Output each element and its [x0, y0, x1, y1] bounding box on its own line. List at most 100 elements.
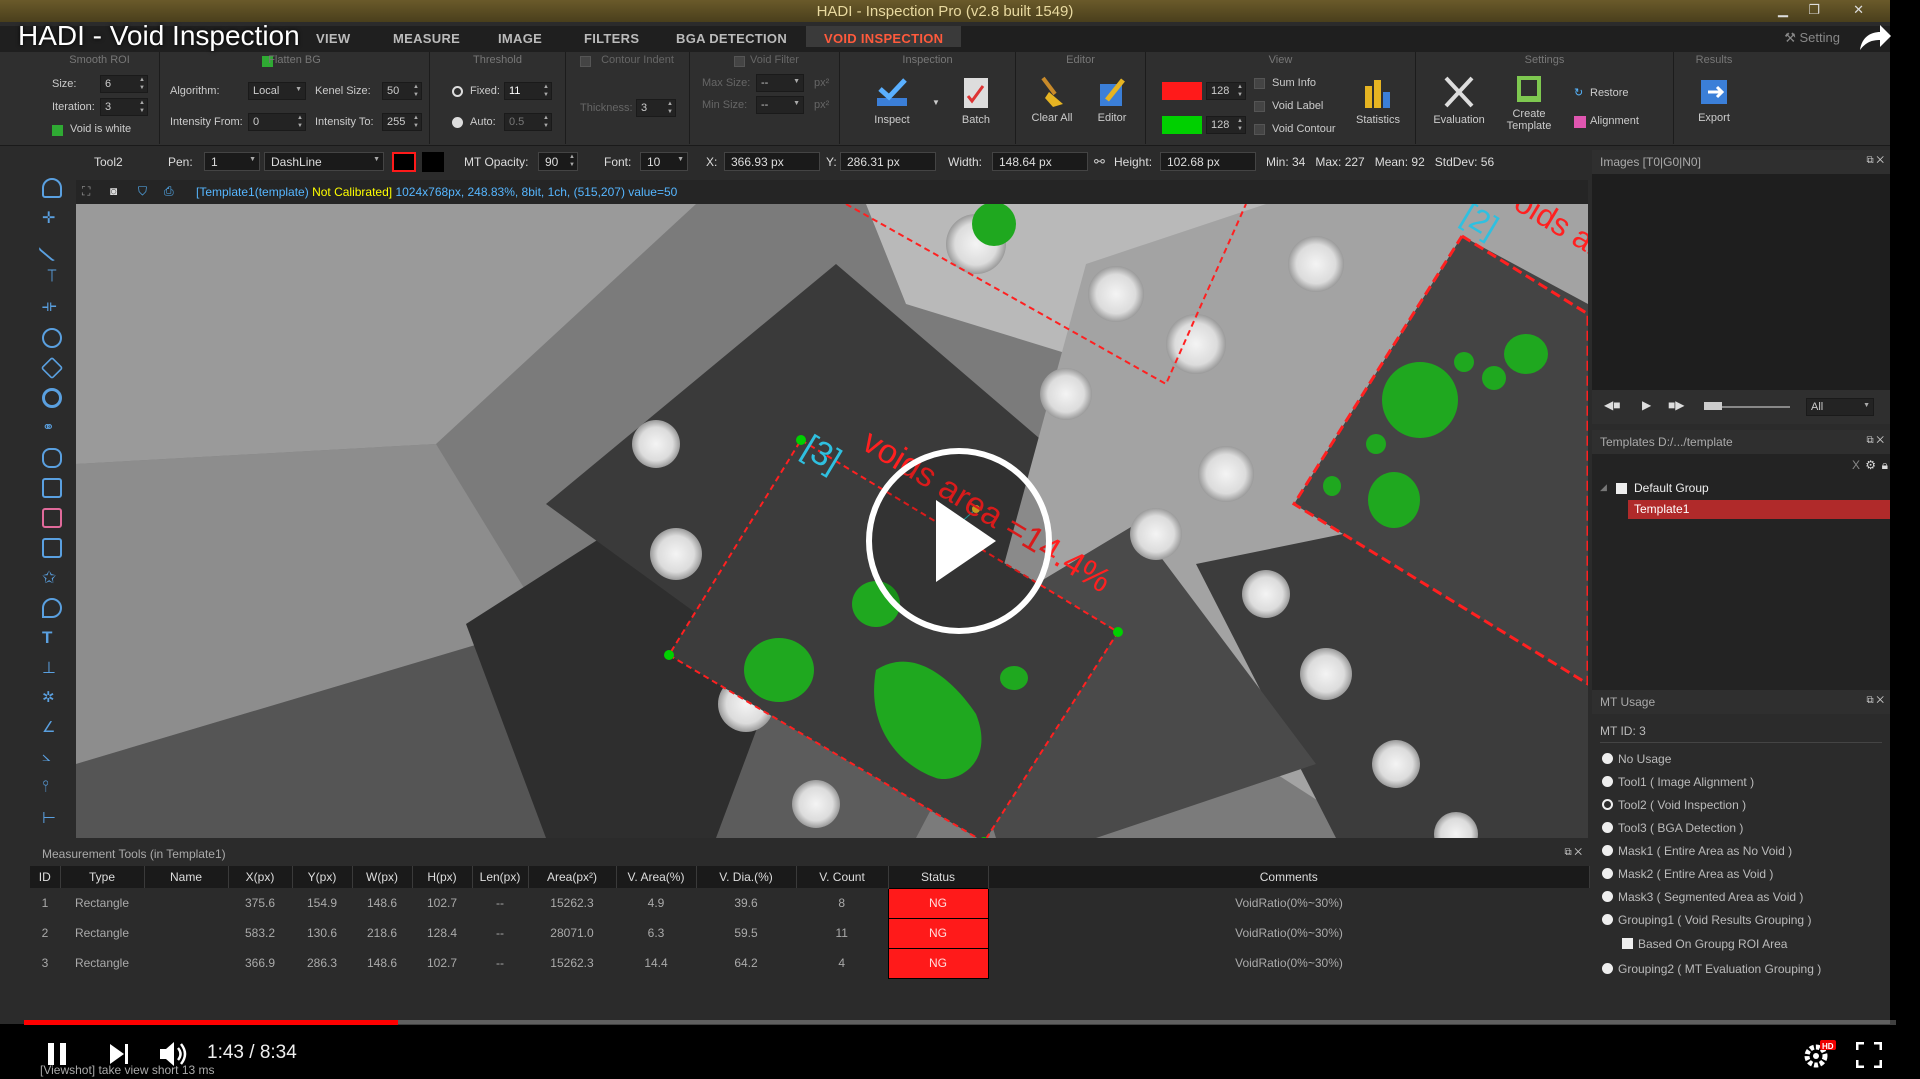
x-field[interactable]: 366.93 px [724, 152, 820, 171]
restore-icon[interactable]: ↻ [1574, 86, 1583, 99]
tab-filters[interactable]: FILTERS [584, 31, 639, 46]
arc-tool-icon[interactable] [42, 448, 62, 468]
void-label-checkbox[interactable] [1254, 101, 1265, 112]
option-radio[interactable] [1602, 822, 1613, 833]
lasso-icon[interactable] [42, 598, 62, 618]
red-alpha-stepper[interactable]: 128 [1206, 82, 1246, 100]
table-row[interactable]: 3 Rectangle 366.9 286.3 148.6 102.7 -- 1… [30, 947, 1590, 979]
ruler-horizontal-icon[interactable]: ⊢ [42, 808, 62, 828]
col-header[interactable]: V. Dia.(%) [696, 866, 797, 888]
option-radio[interactable] [1602, 868, 1613, 879]
opacity-stepper[interactable]: 90 [538, 152, 578, 171]
vertical-line-icon[interactable]: ⟙ [42, 268, 62, 288]
col-header[interactable]: Area(px²) [528, 866, 617, 888]
setting-button[interactable]: ⚒ Setting [1784, 30, 1840, 46]
col-header[interactable]: V. Count [796, 866, 889, 888]
camera-icon[interactable]: ◙ [110, 184, 117, 198]
template-item[interactable]: Template1 [1628, 500, 1890, 519]
col-header[interactable]: V. Area(%) [616, 866, 697, 888]
caliper-icon[interactable]: ⊥ [42, 658, 62, 678]
table-row[interactable]: 2 Rectangle 583.2 130.6 218.6 128.4 -- 2… [30, 917, 1590, 949]
image-filter-select[interactable]: All [1806, 398, 1874, 416]
link-icon[interactable]: ⚯ [1094, 154, 1105, 170]
fullscreen-icon[interactable] [1856, 1042, 1882, 1068]
option-radio[interactable] [1602, 845, 1613, 856]
algorithm-select[interactable]: Local [248, 82, 306, 100]
kernel-stepper[interactable]: 50 [382, 82, 422, 100]
tab-image[interactable]: IMAGE [498, 31, 542, 46]
angle2-tool-icon[interactable]: ⦣ [42, 748, 62, 768]
create-template-button[interactable]: Create Template [1496, 74, 1562, 132]
angle-tool-icon[interactable]: ∠ [42, 718, 62, 738]
option-radio[interactable] [1602, 963, 1613, 974]
progress-bar[interactable] [24, 1020, 1896, 1025]
image-slider-handle[interactable] [1704, 402, 1722, 410]
clear-all-button[interactable]: Clear All [1024, 76, 1080, 124]
collapse-icon[interactable]: ◢ [1600, 482, 1607, 493]
col-header[interactable]: ID [30, 866, 61, 888]
tab-bga-detection[interactable]: BGA DETECTION [676, 31, 787, 46]
max-size-select[interactable]: -- [756, 74, 804, 92]
play-button[interactable] [866, 448, 1052, 634]
share-icon[interactable] [1858, 22, 1892, 52]
minimize-icon[interactable]: ▁ [1778, 2, 1788, 18]
size-stepper[interactable]: 6 [100, 75, 148, 93]
panel-float-close-icon[interactable]: ⧉ ✕ [1564, 847, 1582, 858]
statistics-button[interactable]: Statistics [1348, 78, 1408, 126]
fit-icon[interactable]: ⛶ [82, 184, 90, 199]
min-size-select[interactable]: -- [756, 96, 804, 114]
restore-button[interactable]: Restore [1590, 87, 1629, 99]
y-field[interactable]: 286.31 px [840, 152, 936, 171]
line-style-select[interactable]: DashLine [264, 152, 384, 171]
text-tool-icon[interactable]: T [42, 628, 62, 648]
height-field[interactable]: 102.68 px [1160, 152, 1256, 171]
clear-filter-icon[interactable]: X [1852, 458, 1860, 472]
alignment-icon[interactable] [1574, 116, 1586, 128]
panel-float-close-icon[interactable]: ⧉ ✕ [1866, 435, 1884, 446]
snapshot-icon[interactable]: ⎙ [164, 184, 174, 199]
option-radio[interactable] [1602, 914, 1613, 925]
col-header[interactable]: Len(px) [472, 866, 529, 888]
intensity-to-stepper[interactable]: 255 [382, 113, 422, 131]
intensity-from-stepper[interactable]: 0 [248, 113, 306, 131]
circle-tool-icon[interactable] [42, 328, 62, 348]
horizontal-line-icon[interactable]: ⟛ [42, 298, 62, 318]
ruler-vertical-icon[interactable]: ⫯ [42, 778, 62, 798]
polygon-tool-icon[interactable] [42, 178, 62, 198]
next-image-icon[interactable]: ■▶ [1668, 398, 1684, 412]
ring-tool-icon[interactable] [42, 388, 62, 408]
option-radio[interactable] [1602, 753, 1613, 764]
circles-tool-icon[interactable]: ⚭ [42, 418, 62, 438]
col-header[interactable]: Status [888, 866, 989, 888]
suboption-checkbox[interactable] [1622, 938, 1633, 949]
iteration-stepper[interactable]: 3 [100, 98, 148, 116]
export-button[interactable]: Export [1682, 76, 1746, 124]
option-radio-selected[interactable] [1602, 799, 1613, 810]
col-header[interactable]: H(px) [412, 866, 473, 888]
line-tool-icon[interactable] [37, 233, 67, 263]
video-player[interactable]: HADI - Inspection Pro (v2.8 built 1549) … [0, 0, 1920, 1079]
editor-button[interactable]: Editor [1084, 76, 1140, 124]
diamond-tool-icon[interactable] [40, 356, 64, 380]
tab-view[interactable]: VIEW [316, 31, 350, 46]
option-radio[interactable] [1602, 891, 1613, 902]
inspect-button[interactable]: Inspect [862, 76, 922, 126]
magic-wand-icon[interactable]: ✲ [42, 688, 62, 708]
col-header[interactable]: Type [60, 866, 145, 888]
sum-info-checkbox[interactable] [1254, 78, 1265, 89]
video-title[interactable]: HADI - Void Inspection [18, 20, 300, 52]
pen-color-swatch[interactable] [392, 152, 416, 172]
auto-threshold-stepper[interactable]: 0.5 [504, 113, 552, 131]
gear-icon[interactable]: ⚙ [1865, 458, 1876, 472]
table-row[interactable]: 1 Rectangle 375.6 154.9 148.6 102.7 -- 1… [30, 887, 1590, 919]
star-polygon-icon[interactable]: ✩ [42, 568, 62, 588]
font-size-select[interactable]: 10 [640, 152, 688, 171]
pen-width-select[interactable]: 1 [204, 152, 260, 171]
tab-measure[interactable]: MEASURE [393, 31, 460, 46]
default-group[interactable]: Default Group [1634, 481, 1709, 495]
col-header[interactable]: Y(px) [292, 866, 353, 888]
fill-color-swatch[interactable] [422, 152, 444, 172]
green-alpha-stepper[interactable]: 128 [1206, 116, 1246, 134]
col-header[interactable]: W(px) [352, 866, 413, 888]
batch-button[interactable]: Batch [946, 76, 1006, 126]
